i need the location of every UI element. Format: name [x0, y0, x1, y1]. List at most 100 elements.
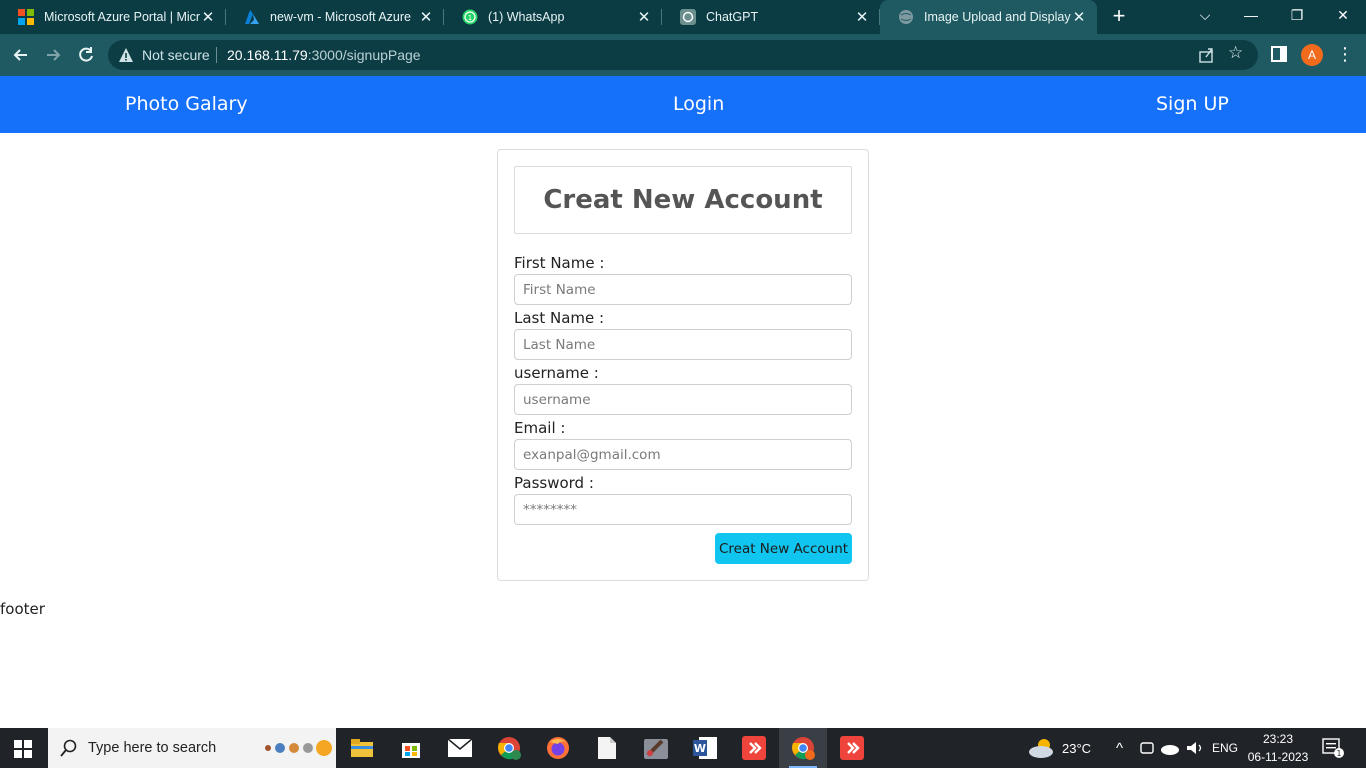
page-footer: footer	[0, 600, 45, 618]
last-name-label: Last Name :	[514, 309, 605, 327]
reload-button[interactable]	[73, 42, 99, 68]
last-name-input[interactable]	[514, 329, 852, 360]
profile-avatar[interactable]: A	[1301, 44, 1323, 66]
anydesk-button-2[interactable]	[828, 728, 876, 768]
volume-icon	[1187, 742, 1202, 754]
restore-button[interactable]: ❐	[1274, 0, 1320, 34]
tab-title: (1) WhatsApp	[488, 10, 565, 24]
tab-whatsapp[interactable]: 1 (1) WhatsApp ✕	[444, 0, 662, 34]
word-button[interactable]: W	[681, 728, 729, 768]
username-label: username :	[514, 364, 599, 382]
tab-close-icon[interactable]: ✕	[636, 8, 652, 26]
browser-toolbar: Not secure 20.168.11.79:3000/signupPage …	[0, 34, 1366, 76]
taskbar-clock[interactable]: 23:23 06-11-2023	[1246, 730, 1310, 766]
svg-text:W: W	[694, 742, 706, 755]
anydesk-icon	[742, 736, 766, 760]
paint-button[interactable]	[632, 728, 680, 768]
windows-start-icon[interactable]	[14, 740, 32, 758]
svg-text:1: 1	[1337, 749, 1342, 758]
chrome-button[interactable]	[485, 728, 533, 768]
tab-image-upload[interactable]: Image Upload and Display ✕	[880, 0, 1097, 34]
divider	[216, 47, 217, 63]
tab-title: Image Upload and Display	[924, 10, 1071, 24]
tab-search-button[interactable]: ⌵	[1182, 0, 1228, 34]
side-panel-icon[interactable]	[1271, 46, 1287, 62]
paint-icon	[644, 739, 668, 759]
forward-button[interactable]	[40, 42, 66, 68]
tab-close-icon[interactable]: ✕	[854, 8, 870, 26]
tab-new-vm[interactable]: new-vm - Microsoft Azure ✕	[226, 0, 444, 34]
url-text[interactable]: 20.168.11.79:3000/signupPage	[227, 47, 421, 63]
file-explorer-button[interactable]	[338, 728, 386, 768]
arrow-left-icon	[13, 49, 27, 61]
tab-title: ChatGPT	[706, 10, 759, 24]
tab-title: Microsoft Azure Portal | Microsoft	[44, 10, 200, 24]
globe-icon	[898, 9, 914, 25]
meet-now-icon	[1140, 742, 1154, 754]
create-account-button[interactable]: Creat New Account	[715, 533, 852, 564]
chevron-up-icon[interactable]: ^	[1116, 728, 1123, 768]
tab-chatgpt[interactable]: ChatGPT ✕	[662, 0, 880, 34]
weather-temperature: 23°C	[1062, 740, 1092, 756]
form-title: Creat New Account	[514, 166, 852, 234]
anydesk-button[interactable]	[730, 728, 778, 768]
clock-date: 06-11-2023	[1247, 750, 1309, 764]
nav-signup-link[interactable]: Sign UP	[1156, 93, 1229, 115]
tab-close-icon[interactable]: ✕	[418, 8, 434, 26]
tray-icons[interactable]	[1140, 728, 1204, 768]
brand-link[interactable]: Photo Galary	[125, 93, 248, 115]
nav-login-link[interactable]: Login	[673, 93, 724, 115]
tab-close-icon[interactable]: ✕	[200, 8, 216, 26]
minimize-button[interactable]: —	[1228, 0, 1274, 34]
signup-card: Creat New Account First Name : Last Name…	[497, 149, 869, 581]
email-label: Email :	[514, 419, 566, 437]
close-window-button[interactable]: ✕	[1320, 0, 1366, 34]
tab-title: new-vm - Microsoft Azure	[270, 10, 412, 24]
whatsapp-icon: 1	[462, 9, 478, 25]
search-highlight-icon	[265, 740, 332, 756]
mail-button[interactable]	[436, 728, 484, 768]
new-tab-button[interactable]: +	[1108, 4, 1130, 30]
store-button[interactable]	[387, 728, 435, 768]
email-input[interactable]	[514, 439, 852, 470]
first-name-input[interactable]	[514, 274, 852, 305]
browser-tab-strip: Microsoft Azure Portal | Microsoft ✕ new…	[0, 0, 1366, 34]
security-status[interactable]: Not secure	[142, 47, 210, 63]
firefox-button[interactable]	[534, 728, 582, 768]
cloud-icon	[1161, 745, 1179, 755]
search-icon	[60, 739, 77, 757]
chrome-active-button[interactable]	[779, 728, 827, 768]
notification-center-button[interactable]: 1	[1322, 728, 1344, 768]
taskbar-search-box[interactable]: Type here to search	[48, 728, 336, 768]
notepad-button[interactable]	[583, 728, 631, 768]
bookmark-star-icon[interactable]: ☆	[1228, 43, 1243, 63]
chrome-icon	[498, 737, 521, 760]
weather-cloud-icon	[1029, 739, 1053, 758]
store-icon	[402, 743, 420, 758]
reload-icon	[79, 47, 93, 62]
username-input[interactable]	[514, 384, 852, 415]
share-icon[interactable]	[1198, 46, 1216, 64]
address-bar[interactable]: Not secure 20.168.11.79:3000/signupPage …	[108, 40, 1258, 70]
notepad-icon	[598, 737, 616, 759]
more-menu-icon[interactable]: ⋮	[1336, 41, 1354, 67]
file-explorer-icon	[351, 739, 373, 757]
password-input[interactable]	[514, 494, 852, 525]
weather-widget[interactable]: 23°C	[1028, 728, 1091, 768]
site-navbar: Photo Galary Login Sign UP	[0, 76, 1366, 133]
language-indicator[interactable]: ENG	[1212, 728, 1238, 768]
tab-close-icon[interactable]: ✕	[1071, 8, 1087, 26]
anydesk-icon	[840, 736, 864, 760]
mail-icon	[448, 739, 472, 757]
firefox-icon	[547, 737, 569, 759]
chrome-icon	[792, 737, 815, 760]
word-icon: W	[693, 737, 717, 759]
tab-azure-portal[interactable]: Microsoft Azure Portal | Microsoft ✕	[0, 0, 226, 34]
microsoft-icon	[18, 9, 34, 25]
password-label: Password :	[514, 474, 594, 492]
windows-taskbar: Type here to search W 23°C ^ ENG 23:23 0…	[0, 728, 1366, 768]
clock-time: 23:23	[1262, 732, 1294, 746]
svg-text:1: 1	[468, 14, 472, 22]
chatgpt-icon	[680, 9, 696, 25]
back-button[interactable]	[8, 42, 34, 68]
